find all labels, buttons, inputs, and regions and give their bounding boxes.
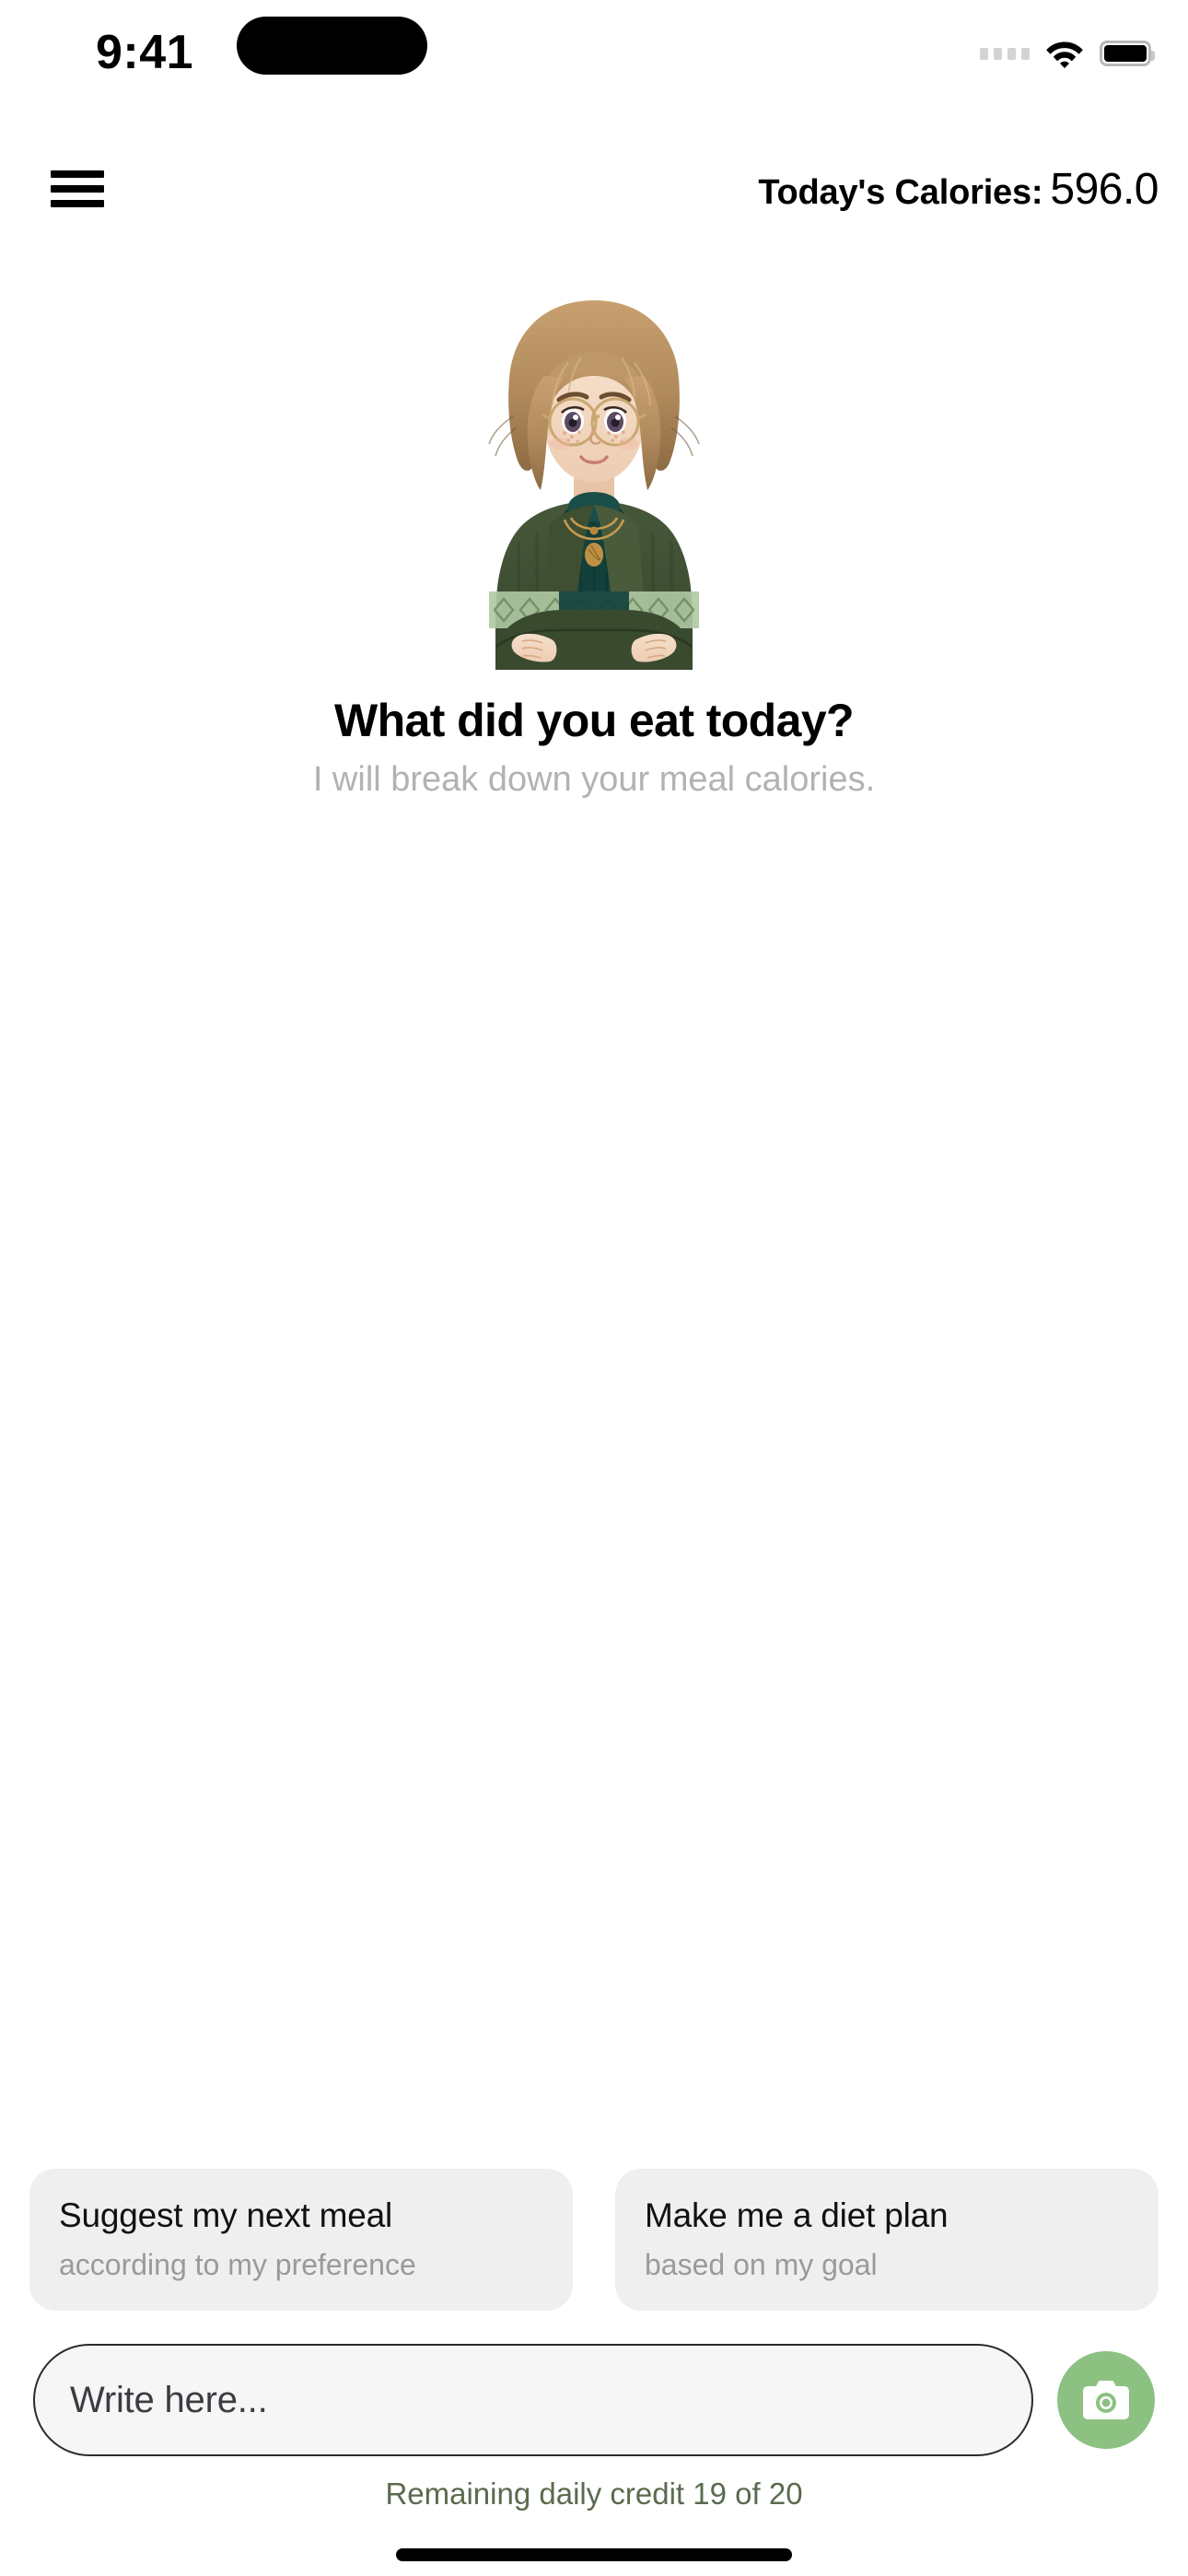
- todays-calories: Today's Calories: 596.0: [758, 164, 1159, 215]
- app-header: Today's Calories: 596.0: [0, 138, 1188, 240]
- hamburger-menu-icon[interactable]: [51, 170, 104, 207]
- camera-button[interactable]: [1057, 2351, 1155, 2449]
- chip-subtitle: based on my goal: [645, 2248, 878, 2281]
- page-subtitle: I will break down your meal calories.: [312, 760, 876, 799]
- chip-title: Suggest my next meal: [59, 2196, 393, 2234]
- calories-value: 596.0: [1050, 164, 1159, 214]
- chip-title: Make me a diet plan: [645, 2196, 949, 2234]
- app-screen: 9:41 Today's Calories: 596.0 What did yo…: [0, 0, 1188, 2576]
- cellular-dots-icon: [980, 47, 1030, 60]
- home-indicator-area: [0, 2534, 1188, 2576]
- chat-message-area: [0, 800, 1188, 2169]
- composer-row: [0, 2344, 1188, 2456]
- suggestion-chip-diet-plan[interactable]: Make me a diet plan based on my goal: [615, 2169, 1159, 2311]
- wifi-icon: [1046, 41, 1083, 68]
- empty-state-hero: What did you eat today? I will break dow…: [0, 240, 1188, 800]
- status-bar-indicators: [980, 26, 1155, 81]
- page-title: What did you eat today?: [334, 695, 855, 746]
- suggestion-chips: Suggest my next meal according to my pre…: [0, 2169, 1188, 2311]
- battery-full-icon: [1100, 41, 1155, 66]
- message-input[interactable]: [70, 2379, 996, 2421]
- message-composer[interactable]: [33, 2344, 1033, 2456]
- remaining-credit-label: Remaining daily credit 19 of 20: [385, 2476, 803, 2511]
- status-bar: 9:41: [0, 0, 1188, 138]
- calories-label: Today's Calories:: [758, 172, 1043, 212]
- suggestion-chip-next-meal[interactable]: Suggest my next meal according to my pre…: [29, 2169, 573, 2311]
- chip-subtitle: according to my preference: [59, 2248, 416, 2281]
- dynamic-island: [237, 17, 427, 75]
- home-indicator[interactable]: [396, 2548, 792, 2561]
- camera-icon: [1083, 2381, 1129, 2419]
- nutritionist-avatar: [456, 287, 732, 670]
- avatar-illustration: [488, 300, 700, 670]
